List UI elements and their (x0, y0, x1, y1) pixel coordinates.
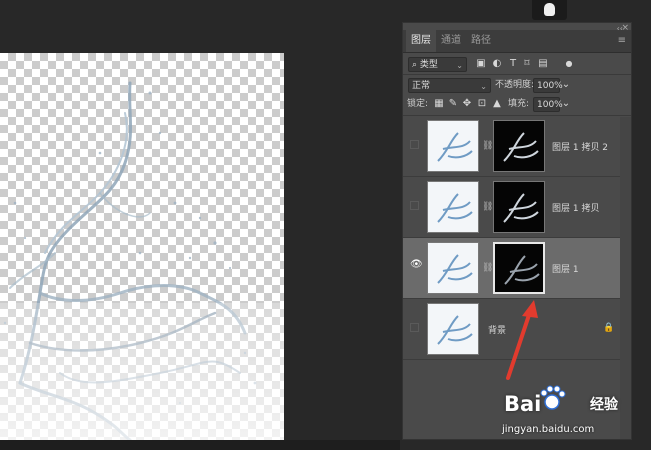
canvas-lighter-area (0, 303, 284, 440)
smart-object-filter-icon[interactable]: ▤ (537, 56, 549, 71)
layer-name[interactable]: 图层 1 (552, 262, 579, 275)
tab-paths[interactable]: 路径 (466, 30, 496, 52)
panel-menu-icon[interactable]: ≡ (618, 35, 626, 46)
tab-channels[interactable]: 通道 (436, 30, 466, 52)
filter-kind-select[interactable]: ⌕ 类型 ⌄ (408, 57, 467, 72)
annotation-arrow (506, 300, 538, 380)
opacity-value: 100% (537, 81, 563, 91)
lock-icon: 🔒 (603, 323, 615, 333)
visibility-toggle[interactable] (410, 201, 419, 210)
chevron-down-icon: ⌄ (456, 61, 463, 70)
hand-icon (544, 3, 555, 16)
blend-row: 正常 ⌄ 不透明度: 100% ⌄ (403, 77, 631, 95)
fill-dropdown-icon[interactable]: ⌄ (560, 96, 572, 111)
layer-name[interactable]: 图层 1 拷贝 (552, 201, 599, 214)
opacity-label: 不透明度: (495, 80, 535, 90)
link-icon[interactable]: ⛓ (482, 263, 493, 273)
layer-name[interactable]: 图层 1 拷贝 2 (552, 140, 608, 153)
panel-tabbar: 图层 通道 路径 ≡ (403, 30, 631, 53)
blend-mode-value: 正常 (412, 81, 431, 91)
tab-layers[interactable]: 图层 (406, 30, 436, 52)
fill-input[interactable]: 100% (533, 97, 563, 112)
layer-thumbnail (427, 303, 479, 355)
filter-kind-label: 类型 (419, 60, 438, 70)
opacity-input[interactable]: 100% (533, 78, 563, 93)
fill-value: 100% (537, 100, 563, 110)
chevron-down-icon: ⌄ (480, 82, 487, 91)
status-strip (0, 440, 400, 450)
search-icon: ⌕ (412, 60, 418, 70)
layer-mask-thumbnail[interactable] (493, 181, 545, 233)
lock-all-icon[interactable]: ▲ (491, 96, 503, 111)
divider (403, 74, 631, 75)
layer-row-selected[interactable]: 👁 ⛓ 图层 1 (403, 238, 621, 299)
filter-row: ⌕ 类型 ⌄ ▣ ◐ T ⌑ ▤ ● (403, 56, 631, 74)
eye-icon[interactable]: 👁 (410, 259, 423, 270)
lock-image-icon[interactable]: ✎ (447, 96, 459, 111)
watermark-brand: Bai (504, 392, 542, 416)
fill-label: 填充: (508, 99, 530, 109)
visibility-toggle[interactable] (410, 140, 419, 149)
paw-icon (540, 385, 566, 410)
baidu-jingyan-watermark: Bai 经验 jingyan.baidu.com (498, 380, 648, 448)
lock-row: 锁定: ▦ ✎ ✥ ⊡ ▲ 填充: 100% ⌄ (403, 96, 631, 114)
canvas-document[interactable] (0, 53, 284, 440)
lock-position-icon[interactable]: ✥ (461, 96, 473, 111)
link-icon[interactable]: ⛓ (482, 202, 493, 212)
lock-transparent-icon[interactable]: ▦ (433, 96, 445, 111)
layer-thumbnail (427, 181, 479, 233)
image-filter-icon[interactable]: ▣ (475, 56, 487, 71)
hand-tool-tab[interactable] (532, 0, 567, 20)
layer-row[interactable]: ⛓ 图层 1 拷贝 2 (403, 116, 621, 177)
type-filter-icon[interactable]: T (507, 56, 519, 71)
lock-label: 锁定: (407, 99, 429, 109)
shape-filter-icon[interactable]: ⌑ (521, 56, 533, 71)
visibility-toggle[interactable] (410, 323, 419, 332)
filter-toggle-icon[interactable]: ● (563, 56, 575, 71)
adjustment-filter-icon[interactable]: ◐ (491, 56, 503, 71)
layer-thumbnail (427, 120, 479, 172)
blend-mode-select[interactable]: 正常 ⌄ (408, 78, 491, 93)
link-icon[interactable]: ⛓ (482, 141, 493, 151)
layer-row[interactable]: ⛓ 图层 1 拷贝 (403, 177, 621, 238)
watermark-brand-cn: 经验 (590, 397, 618, 413)
lock-artboard-icon[interactable]: ⊡ (476, 96, 488, 111)
layer-mask-thumbnail[interactable] (493, 242, 545, 294)
watermark-url: jingyan.baidu.com (502, 424, 595, 435)
opacity-dropdown-icon[interactable]: ⌄ (560, 77, 572, 92)
layer-mask-thumbnail[interactable] (493, 120, 545, 172)
layer-thumbnail (427, 242, 479, 294)
